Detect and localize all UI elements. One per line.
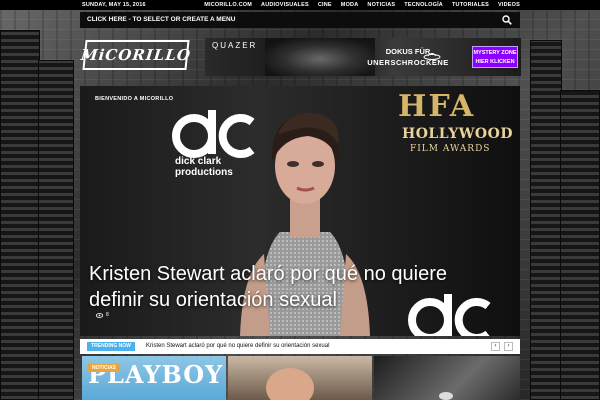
top-link-micorillo[interactable]: MICORILLO.COM <box>204 2 252 8</box>
dc-line-1: dick clark <box>175 156 222 167</box>
ad-cta-line-1: MYSTERY ZONE <box>473 50 517 56</box>
view-count-value: 8 <box>106 312 109 318</box>
top-link-noticias[interactable]: NOTICIAS <box>367 2 395 8</box>
background-building <box>530 40 562 400</box>
hero-kicker: BIENVENIDO A MICORILLO <box>95 96 174 102</box>
tile-2-photo <box>266 368 314 400</box>
article-tile-2[interactable] <box>228 356 372 400</box>
background-building <box>38 60 74 400</box>
hfa-logo: HFA <box>398 89 476 124</box>
hollywood-text: HOLLYWOOD <box>402 126 513 142</box>
trending-bar: TRENDING NOW Kristen Stewart aclaró por … <box>80 339 520 354</box>
ad-brand: QUAZER <box>212 41 258 50</box>
eye-icon <box>96 312 103 318</box>
ad-image <box>265 38 375 76</box>
main-menu-bar: CLICK HERE - TO SELECT OR CREATE A MENU <box>80 12 520 28</box>
top-link-audiovisuales[interactable]: AUDIOVISUALES <box>261 2 309 8</box>
top-links: MICORILLO.COM AUDIOVISUALES CINE MODA NO… <box>204 2 520 8</box>
trending-item-link[interactable]: Kristen Stewart aclaró por qué no quiere… <box>146 343 329 349</box>
dick-clark-text: dick clark productions <box>175 156 233 178</box>
article-tile-1[interactable]: PLAYBOY NOTICIAS <box>82 356 226 400</box>
film-awards-text: FILM AWARDS <box>410 144 491 154</box>
top-link-moda[interactable]: MODA <box>341 2 359 8</box>
view-count: 8 <box>96 312 109 318</box>
site-logo-text: MiCORILLO <box>80 46 192 64</box>
top-link-videos[interactable]: VIDEOS <box>498 2 520 8</box>
trending-label: TRENDING NOW <box>87 342 135 351</box>
trending-next-button[interactable]: › <box>504 342 513 351</box>
ad-banner[interactable]: QUAZER DOKUS FÜR UNERSCHROCKENE MYSTERY … <box>205 38 521 76</box>
background-building <box>0 30 40 400</box>
top-link-tutoriales[interactable]: TUTORIALES <box>452 2 489 8</box>
ad-cta-line-2: HIER KLICKEN <box>475 59 515 65</box>
tile-3-photo <box>439 392 453 400</box>
trending-prev-button[interactable]: ‹ <box>491 342 500 351</box>
hero-headline[interactable]: Kristen Stewart aclaró por qué no quiere… <box>89 261 469 313</box>
menu-placeholder-link[interactable]: CLICK HERE - TO SELECT OR CREATE A MENU <box>87 16 235 23</box>
site-logo[interactable]: MiCORILLO <box>80 40 192 70</box>
featured-article[interactable]: dick clark productions HFA HOLLYWOOD FIL… <box>80 86 520 336</box>
top-link-tecnologia[interactable]: TECNOLOGÍA <box>404 2 443 8</box>
top-link-cine[interactable]: CINE <box>318 2 332 8</box>
background-building <box>560 90 600 400</box>
search-icon[interactable] <box>502 15 512 25</box>
current-date: SUNDAY, MAY 15, 2016 <box>82 2 146 8</box>
article-tile-3[interactable] <box>374 356 520 400</box>
ufo-icon <box>423 53 441 60</box>
tile-1-category-badge[interactable]: NOTICIAS <box>88 364 120 372</box>
dc-line-2: productions <box>175 167 233 178</box>
top-bar: SUNDAY, MAY 15, 2016 MICORILLO.COM AUDIO… <box>0 0 600 10</box>
ad-cta-button[interactable]: MYSTERY ZONE HIER KLICKEN <box>472 46 518 68</box>
